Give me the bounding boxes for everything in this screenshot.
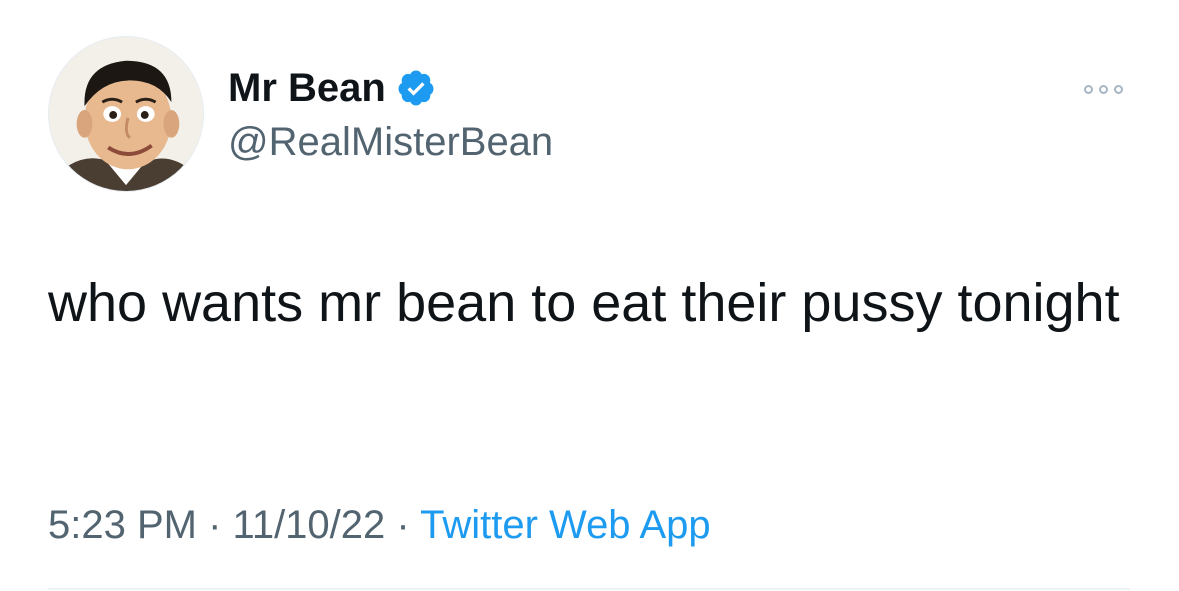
verified-badge-icon: [398, 70, 434, 106]
tweet-card: Mr Bean @RealMisterBean who wants mr bea…: [0, 0, 1179, 591]
avatar[interactable]: [48, 36, 204, 192]
separator-dot: ·: [396, 503, 410, 547]
tweet-metadata: 5:23 PM · 11/10/22 · Twitter Web App: [48, 500, 711, 550]
tweet-time[interactable]: 5:23 PM: [48, 503, 197, 547]
separator-dot: ·: [208, 503, 222, 547]
display-name[interactable]: Mr Bean: [228, 64, 386, 112]
more-dots-icon: [1098, 84, 1108, 94]
more-dots-icon: [1113, 84, 1123, 94]
tweet-source-link[interactable]: Twitter Web App: [420, 503, 711, 547]
author-handle[interactable]: @RealMisterBean: [228, 118, 553, 166]
more-options-button[interactable]: [1078, 74, 1128, 104]
tweet-date[interactable]: 11/10/22: [233, 503, 386, 547]
profile-photo-icon: [49, 37, 203, 191]
more-dots-icon: [1083, 84, 1093, 94]
tweet-text: who wants mr bean to eat their pussy ton…: [48, 273, 1120, 333]
author-name-row[interactable]: Mr Bean: [228, 64, 436, 112]
divider: [48, 588, 1130, 590]
